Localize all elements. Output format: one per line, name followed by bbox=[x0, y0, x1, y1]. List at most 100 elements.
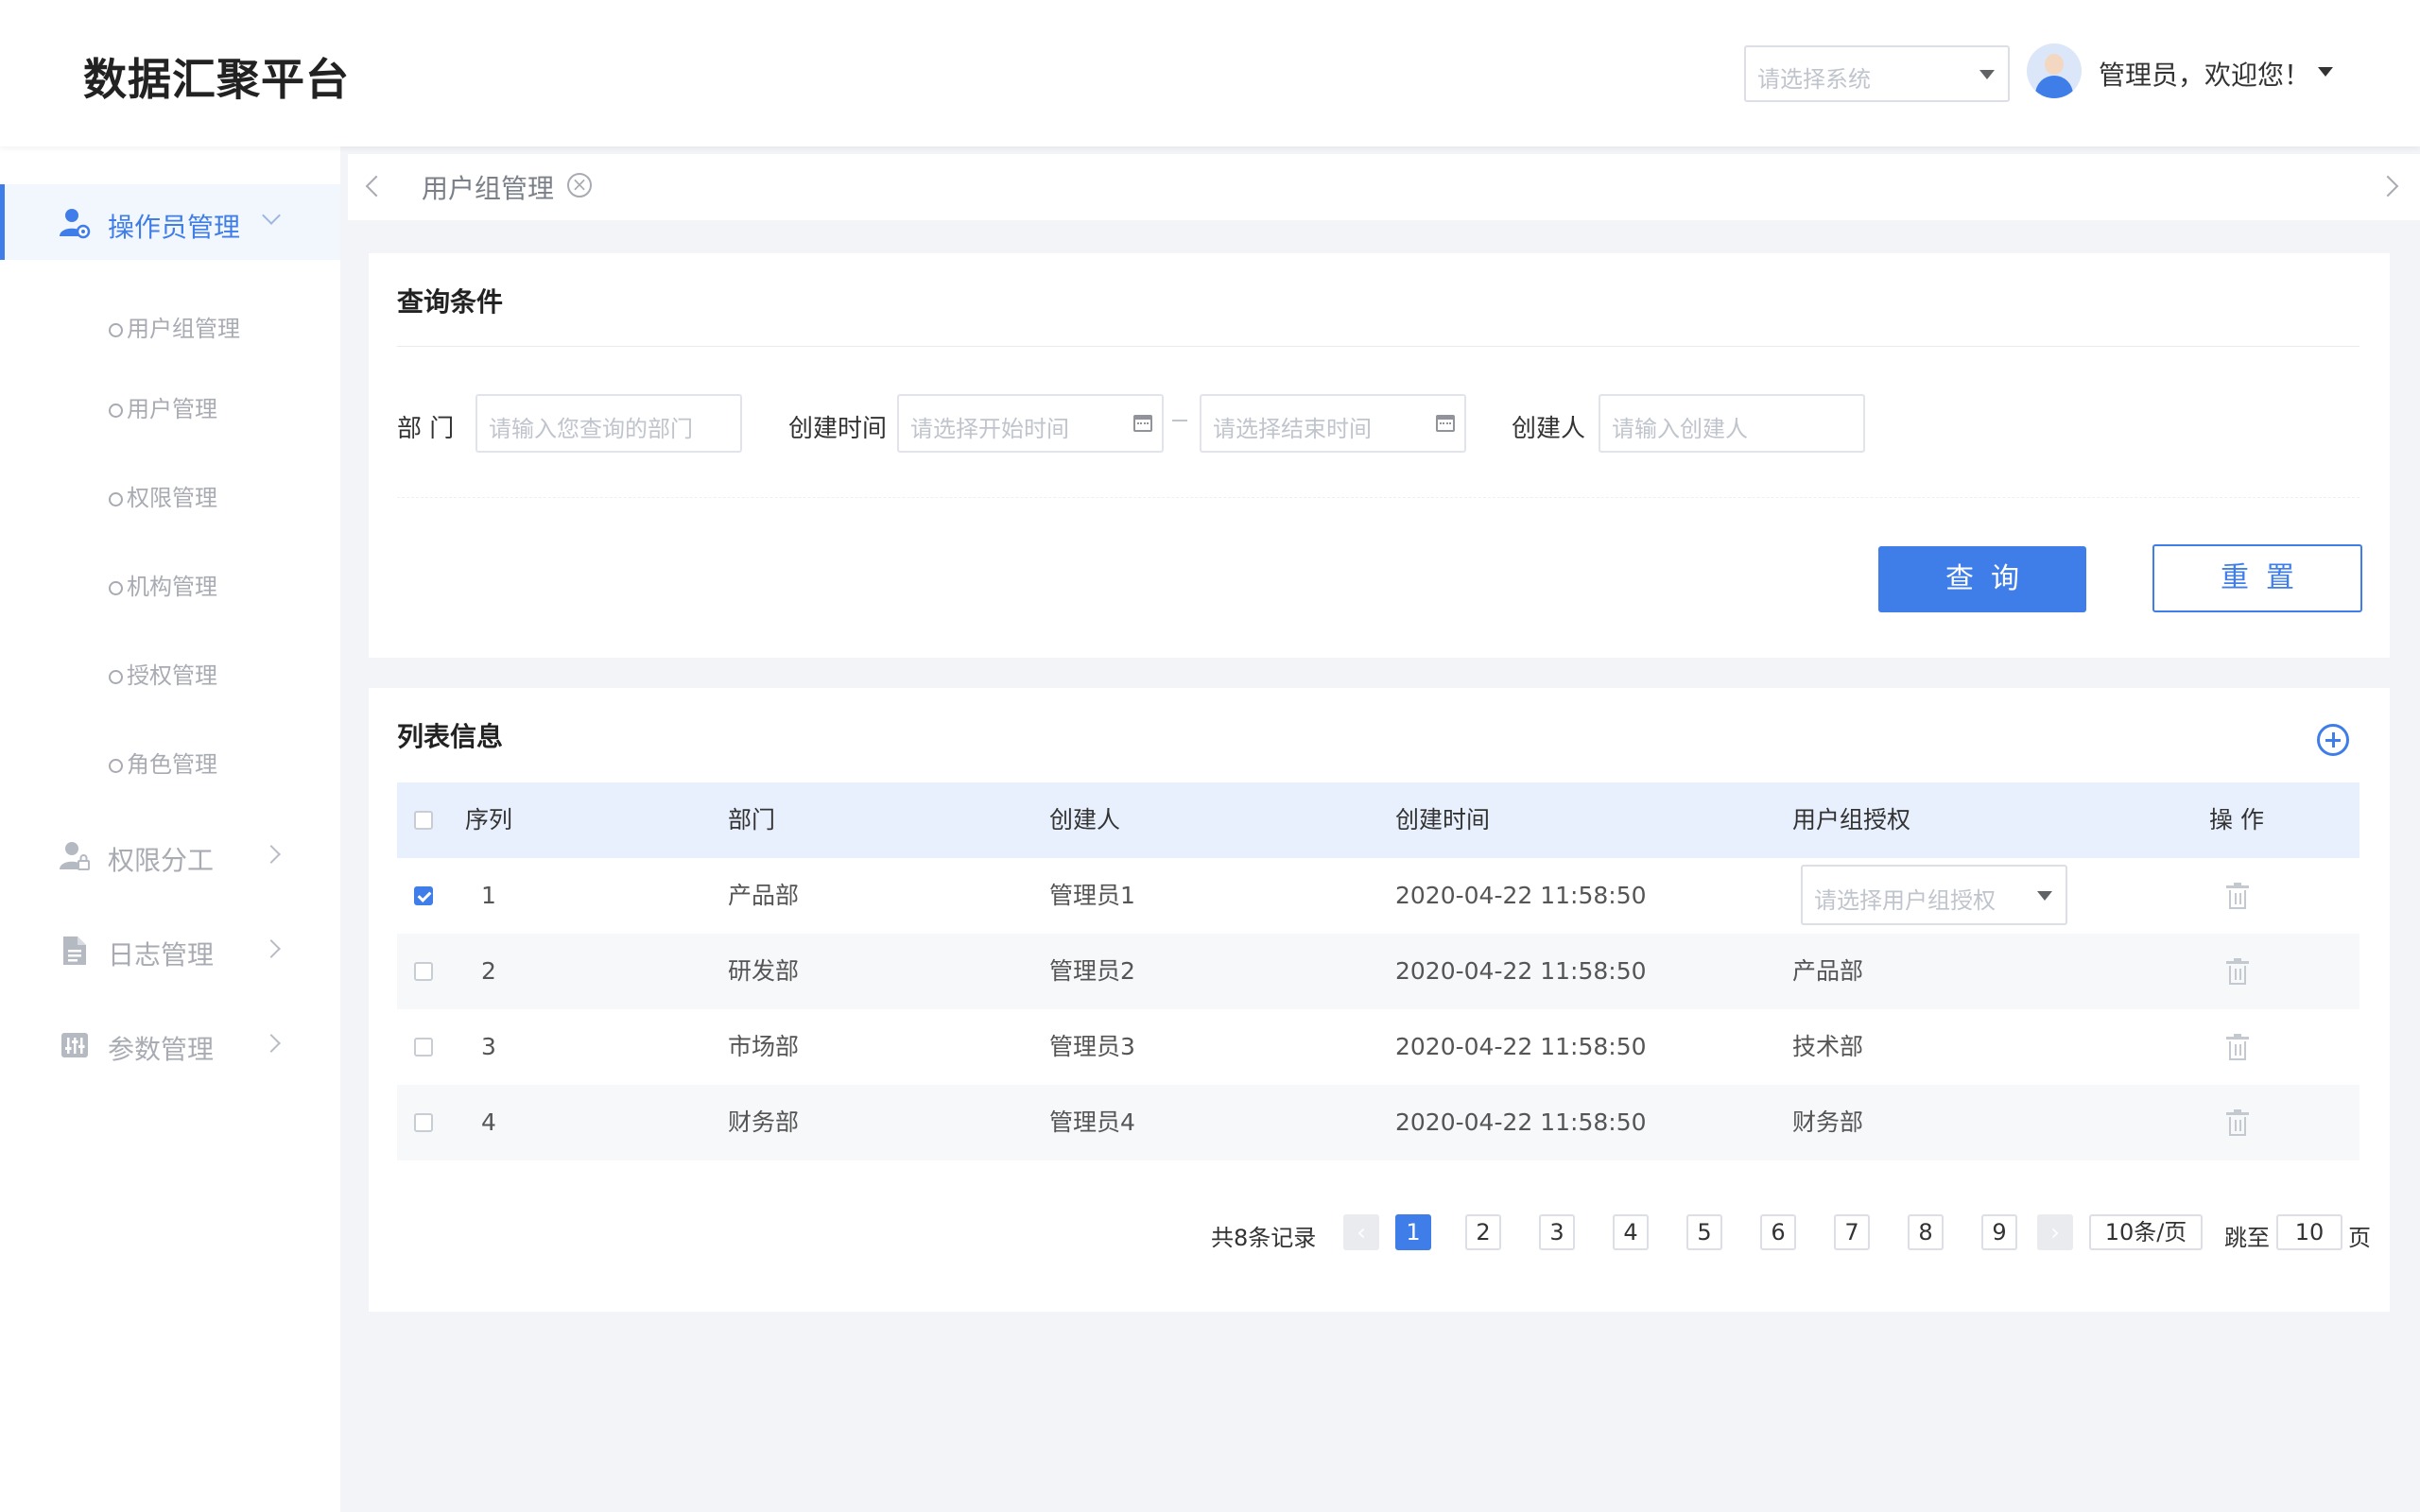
trash-icon[interactable] bbox=[2226, 883, 2249, 909]
sidebar-item-log-management[interactable]: 日志管理 bbox=[0, 921, 340, 982]
pagination-page[interactable]: 7 bbox=[1834, 1214, 1870, 1250]
pagination-next-button[interactable]: › bbox=[2037, 1214, 2073, 1250]
cell-creator: 管理员2 bbox=[1049, 957, 1135, 985]
cell-creator: 管理员4 bbox=[1049, 1108, 1135, 1136]
pagination-page[interactable]: 6 bbox=[1760, 1214, 1796, 1250]
chevron-left-icon[interactable] bbox=[365, 175, 388, 198]
cell-created-time: 2020-04-22 11:58:50 bbox=[1395, 1033, 1647, 1060]
jump-page-input[interactable]: 10 bbox=[2276, 1214, 2342, 1250]
pagination-page[interactable]: 3 bbox=[1539, 1214, 1575, 1250]
table-row[interactable]: 4 财务部 管理员4 2020-04-22 11:58:50 财务部 bbox=[397, 1085, 2360, 1160]
app-title: 数据汇聚平台 bbox=[83, 54, 350, 105]
pagination-page[interactable]: 4 bbox=[1613, 1214, 1649, 1250]
divider bbox=[397, 346, 2360, 347]
chevron-right-icon bbox=[262, 939, 281, 958]
close-icon[interactable]: × bbox=[567, 173, 592, 198]
sidebar-subitem-authorization[interactable]: 授权管理 bbox=[109, 657, 217, 695]
pagination-page[interactable]: 1 bbox=[1395, 1214, 1431, 1250]
cell-auth: 技术部 bbox=[1792, 1033, 1864, 1060]
sidebar-item-label: 操作员管理 bbox=[108, 212, 241, 243]
dept-label: 部 门 bbox=[397, 415, 455, 443]
operator-icon bbox=[60, 209, 91, 239]
cell-index: 4 bbox=[481, 1108, 496, 1136]
search-button[interactable]: 查询 bbox=[1878, 546, 2086, 612]
select-all-checkbox[interactable] bbox=[414, 811, 433, 830]
user-group-auth-select[interactable]: 请选择用户组授权 bbox=[1801, 865, 2067, 925]
pagination-page[interactable]: 5 bbox=[1686, 1214, 1722, 1250]
cell-auth: 财务部 bbox=[1792, 1108, 1864, 1136]
divider bbox=[397, 497, 2360, 498]
sidebar-item-label: 日志管理 bbox=[108, 939, 215, 971]
table-row[interactable]: 1 产品部 管理员1 2020-04-22 11:58:50 请选择用户组授权 bbox=[397, 858, 2360, 934]
start-time-picker[interactable]: 请选择开始时间 bbox=[897, 394, 1164, 453]
trash-icon[interactable] bbox=[2226, 1109, 2249, 1136]
sidebar-subitem-user[interactable]: 用户管理 bbox=[109, 390, 217, 428]
page-suffix-label: 页 bbox=[2348, 1225, 2371, 1251]
table-row[interactable]: 2 研发部 管理员2 2020-04-22 11:58:50 产品部 bbox=[397, 934, 2360, 1009]
sidebar-item-parameter-management[interactable]: 参数管理 bbox=[0, 1016, 340, 1076]
circle-bullet-icon bbox=[109, 404, 123, 418]
column-header-created-time: 创建时间 bbox=[1395, 806, 1491, 833]
log-document-icon bbox=[63, 936, 86, 965]
tab-bar: 用户组管理 × bbox=[348, 154, 2420, 220]
sidebar-item-operator-management[interactable]: 操作员管理 bbox=[0, 194, 340, 254]
cell-dept: 市场部 bbox=[728, 1033, 800, 1060]
sidebar-subitem-user-group[interactable]: 用户组管理 bbox=[109, 310, 240, 348]
page-size-select[interactable]: 10条/页 bbox=[2089, 1214, 2203, 1250]
dept-input[interactable]: 请输入您查询的部门 bbox=[475, 394, 742, 453]
sidebar-subitem-role[interactable]: 角色管理 bbox=[109, 746, 217, 783]
chevron-right-icon bbox=[262, 845, 281, 864]
circle-bullet-icon bbox=[109, 492, 123, 507]
circle-bullet-icon bbox=[109, 323, 123, 337]
sidebar-subitem-organization[interactable]: 机构管理 bbox=[109, 568, 217, 606]
pagination-page[interactable]: 2 bbox=[1465, 1214, 1501, 1250]
system-select[interactable]: 请选择系统 bbox=[1744, 45, 2010, 102]
permission-division-icon bbox=[60, 842, 90, 870]
end-time-picker[interactable]: 请选择结束时间 bbox=[1200, 394, 1466, 453]
circle-bullet-icon bbox=[109, 759, 123, 773]
sidebar-item-label: 权限分工 bbox=[108, 845, 215, 876]
cell-dept: 研发部 bbox=[728, 957, 800, 985]
sidebar-subitem-permission[interactable]: 权限管理 bbox=[109, 479, 217, 517]
pagination-page[interactable]: 9 bbox=[1981, 1214, 2017, 1250]
system-select-placeholder: 请选择系统 bbox=[1757, 66, 1871, 93]
range-separator bbox=[1172, 420, 1187, 421]
tab-user-group-management[interactable]: 用户组管理 bbox=[422, 168, 554, 206]
cell-dept: 产品部 bbox=[728, 882, 800, 909]
pagination-total: 共8条记录 bbox=[1211, 1225, 1317, 1251]
circle-bullet-icon bbox=[109, 581, 123, 595]
cell-creator: 管理员3 bbox=[1049, 1033, 1135, 1060]
cell-dept: 财务部 bbox=[728, 1108, 800, 1136]
column-header-creator: 创建人 bbox=[1049, 806, 1121, 833]
sidebar-item-label: 参数管理 bbox=[108, 1034, 215, 1065]
table-row[interactable]: 3 市场部 管理员3 2020-04-22 11:58:50 技术部 bbox=[397, 1009, 2360, 1085]
user-greeting[interactable]: 管理员，欢迎您！ bbox=[2099, 55, 2310, 93]
add-circle-icon[interactable] bbox=[2317, 724, 2349, 756]
top-header: 数据汇聚平台 请选择系统 管理员，欢迎您！ bbox=[0, 0, 2420, 146]
chevron-right-icon[interactable] bbox=[2377, 175, 2399, 198]
column-header-index: 序列 bbox=[465, 806, 513, 833]
end-time-placeholder: 请选择结束时间 bbox=[1213, 416, 1372, 442]
reset-button[interactable]: 重置 bbox=[2152, 544, 2362, 612]
creator-input[interactable]: 请输入创建人 bbox=[1599, 394, 1865, 453]
row-checkbox[interactable] bbox=[414, 1113, 433, 1132]
query-card: 查询条件 部 门 请输入您查询的部门 创建时间 请选择开始时间 请选择结束时间 … bbox=[369, 253, 2390, 658]
column-header-auth: 用户组授权 bbox=[1792, 806, 1911, 833]
row-checkbox[interactable] bbox=[414, 1038, 433, 1057]
row-checkbox[interactable] bbox=[414, 962, 433, 981]
pagination-prev-button[interactable]: ‹ bbox=[1343, 1214, 1379, 1250]
avatar[interactable] bbox=[2027, 43, 2082, 98]
user-menu-caret-icon[interactable] bbox=[2318, 67, 2333, 77]
cell-created-time: 2020-04-22 11:58:50 bbox=[1395, 882, 1647, 909]
cell-index: 1 bbox=[481, 882, 496, 909]
sidebar-item-permission-division[interactable]: 权限分工 bbox=[0, 827, 340, 887]
pagination-page[interactable]: 8 bbox=[1908, 1214, 1944, 1250]
trash-icon[interactable] bbox=[2226, 1034, 2249, 1060]
sidebar: 操作员管理 用户组管理 用户管理 权限管理 机构管理 授权管理 角色管理 权限分… bbox=[0, 146, 340, 1512]
row-checkbox[interactable] bbox=[414, 886, 433, 905]
column-header-dept: 部门 bbox=[728, 806, 776, 833]
trash-icon[interactable] bbox=[2226, 958, 2249, 985]
chevron-right-icon bbox=[262, 1034, 281, 1053]
chevron-down-icon bbox=[262, 206, 281, 225]
calendar-icon bbox=[1133, 415, 1152, 432]
